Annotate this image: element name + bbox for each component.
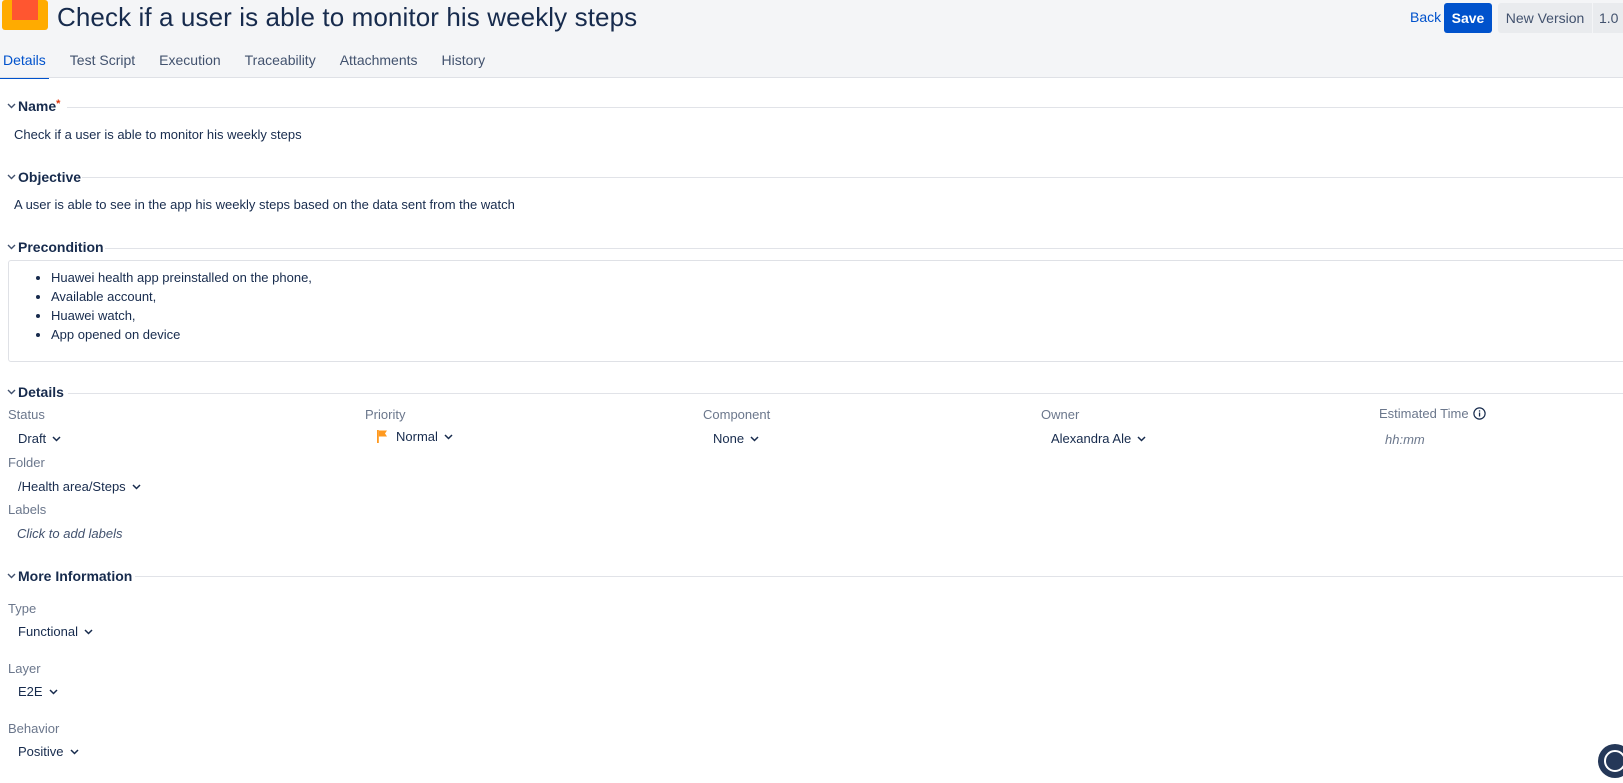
objective-value[interactable]: A user is able to see in the app his wee… [14,197,515,212]
name-section-title: Name* [18,98,61,114]
layer-dropdown[interactable]: E2E [18,684,58,699]
chevron-down-icon [4,385,18,399]
details-section-header[interactable]: Details [0,382,64,402]
chevron-down-icon [4,240,18,254]
component-value: None [713,431,745,446]
estimated-time-label: Estimated Time [1379,406,1486,421]
tab-divider [0,77,1623,78]
precondition-section-title: Precondition [18,239,104,255]
precondition-editor[interactable]: Huawei health app preinstalled on the ph… [8,260,1623,362]
component-dropdown[interactable]: None [713,431,759,446]
details-section-title: Details [18,384,64,400]
precondition-list: Huawei health app preinstalled on the ph… [9,268,1623,344]
folder-value: /Health area/Steps [18,479,126,494]
required-mark: * [56,98,61,110]
chevron-down-icon [4,569,18,583]
back-link[interactable]: Back [1410,9,1441,25]
list-item: Huawei watch, [51,306,1623,325]
status-dropdown[interactable]: Draft [18,431,61,446]
list-item: Available account, [51,287,1623,306]
type-dropdown[interactable]: Functional [18,624,93,639]
save-button[interactable]: Save [1444,3,1492,33]
info-icon[interactable] [1472,407,1486,420]
flag-icon [377,430,388,443]
chevron-down-icon [4,99,18,113]
more-information-section-header[interactable]: More Information [0,566,132,586]
estimated-time-input[interactable]: hh:mm [1385,432,1425,447]
chevron-down-icon [49,688,58,695]
section-divider [82,177,1623,178]
owner-label: Owner [1041,407,1080,422]
tab-details[interactable]: Details [0,50,49,79]
tab-execution[interactable]: Execution [156,50,223,77]
priority-value: Normal [396,429,438,444]
behavior-label: Behavior [8,721,60,736]
type-value: Functional [18,624,78,639]
page-title: Check if a user is able to monitor his w… [57,2,638,32]
objective-section-header[interactable]: Objective [0,167,81,187]
chevron-down-icon [4,170,18,184]
tab-bar: Details Test Script Execution Traceabili… [0,50,506,79]
tab-attachments[interactable]: Attachments [337,50,421,77]
priority-label: Priority [365,407,406,422]
tab-history[interactable]: History [439,50,489,77]
section-divider [68,393,1623,394]
priority-dropdown[interactable]: Normal [377,429,453,444]
component-label: Component [703,407,771,422]
name-value[interactable]: Check if a user is able to monitor his w… [14,127,302,142]
behavior-value: Positive [18,744,64,759]
layer-label: Layer [8,661,41,676]
tab-traceability[interactable]: Traceability [242,50,319,77]
chevron-down-icon [132,483,141,490]
section-divider [105,248,1623,249]
chevron-down-icon [52,435,61,442]
precondition-section-header[interactable]: Precondition [0,237,104,257]
objective-section-title: Objective [18,169,82,185]
owner-value: Alexandra Ale [1051,431,1132,446]
chevron-down-icon [84,628,93,635]
new-version-button[interactable]: New Version [1498,3,1592,33]
folder-dropdown[interactable]: /Health area/Steps [18,479,141,494]
chevron-down-icon [1137,435,1146,442]
chevron-down-icon [444,433,453,440]
status-value: Draft [18,431,47,446]
section-divider [67,107,1623,108]
version-dropdown[interactable]: 1.0 [1593,3,1623,33]
owner-dropdown[interactable]: Alexandra Ale [1051,431,1146,446]
tab-test-script[interactable]: Test Script [67,50,138,77]
folder-label: Folder [8,455,45,470]
labels-input[interactable]: Click to add labels [17,526,123,541]
layer-value: E2E [18,684,43,699]
behavior-dropdown[interactable]: Positive [18,744,79,759]
chevron-down-icon [70,748,79,755]
section-divider [135,576,1623,577]
list-item: Huawei health app preinstalled on the ph… [51,268,1623,287]
test-case-icon [2,0,48,30]
name-section-header[interactable]: Name* [0,96,60,116]
chevron-down-icon [750,435,759,442]
version-label: 1.0 [1599,10,1619,26]
list-item: App opened on device [51,325,1623,344]
type-label: Type [8,601,37,616]
help-icon[interactable] [1598,744,1623,778]
more-information-section-title: More Information [18,568,133,584]
status-label: Status [8,407,45,422]
labels-label: Labels [8,502,47,517]
